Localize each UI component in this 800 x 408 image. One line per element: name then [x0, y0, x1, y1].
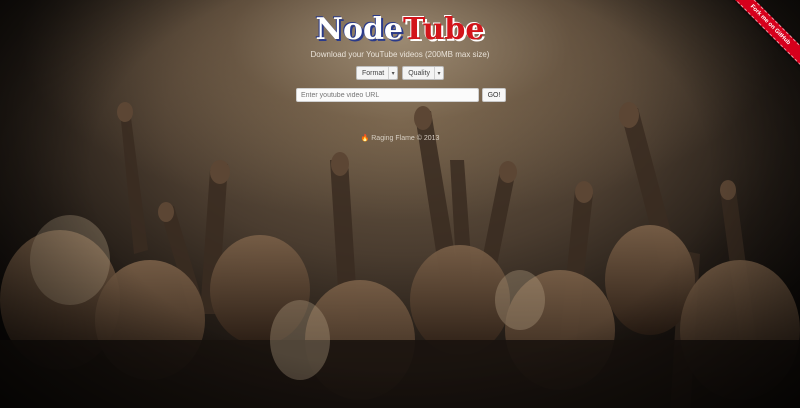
options-row: Format ▾ Quality ▾	[0, 66, 800, 80]
vignette-overlay	[0, 0, 800, 408]
video-url-input[interactable]	[296, 88, 479, 102]
flame-icon: 🔥	[360, 135, 370, 142]
footer: 🔥 Raging Flame © 2013	[0, 134, 800, 142]
logo-tube-text: Tube	[403, 12, 485, 47]
quality-select[interactable]: Quality ▾	[402, 66, 444, 80]
logo-node-text: Node	[315, 12, 404, 47]
tagline: Download your YouTube videos (200MB max …	[310, 50, 490, 59]
site-logo: NodeTube	[0, 12, 800, 48]
url-form: GO!	[296, 88, 506, 102]
format-select[interactable]: Format ▾	[356, 66, 399, 80]
page: NodeTube Download your YouTube videos (2…	[0, 0, 800, 408]
fork-me-link[interactable]: Fork me on GitHub	[722, 0, 800, 73]
chevron-down-icon: ▾	[433, 67, 443, 79]
quality-select-label: Quality	[408, 69, 430, 77]
footer-text: Raging Flame © 2013	[371, 135, 440, 142]
chevron-down-icon: ▾	[388, 67, 397, 79]
go-button[interactable]: GO!	[482, 88, 506, 102]
format-select-label: Format	[362, 69, 385, 77]
github-ribbon[interactable]: Fork me on GitHub	[720, 0, 800, 80]
